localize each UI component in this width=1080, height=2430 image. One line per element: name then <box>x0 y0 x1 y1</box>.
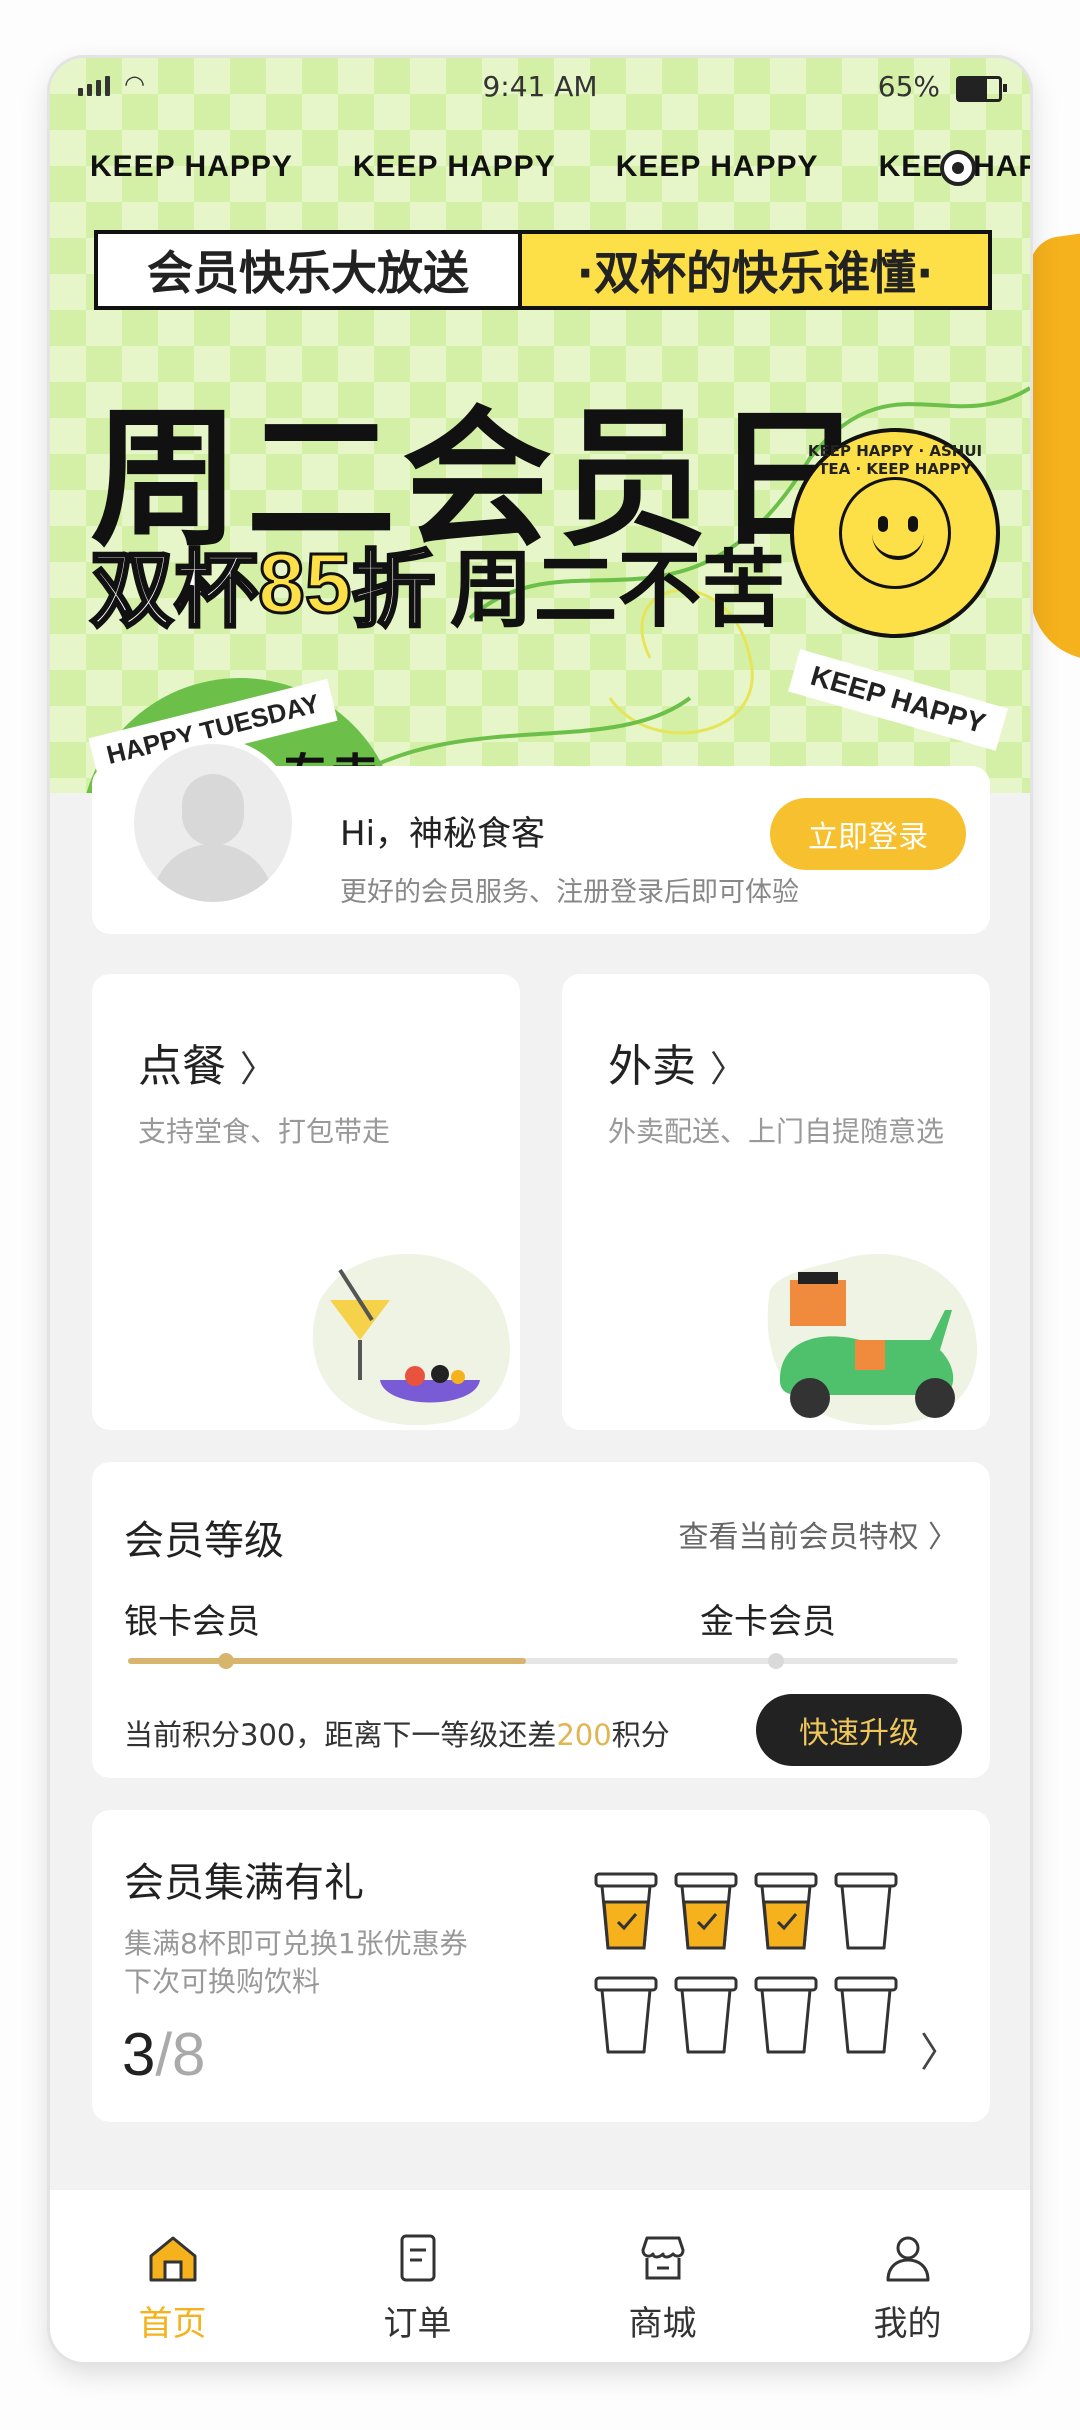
level-title: 会员等级 <box>124 1518 284 1564</box>
battery-icon <box>956 76 1007 102</box>
tab-label: 订单 <box>383 2304 452 2344</box>
stamp-desc: 集满8杯即可兑换1张优惠券 <box>124 1927 468 1960</box>
cup-icon-empty <box>752 1974 820 2056</box>
marquee-text: KEEP HAPPY <box>90 150 293 183</box>
tab-label: 我的 <box>873 2304 942 2344</box>
level-marker-next <box>768 1653 784 1669</box>
banner-marquee: KEEP HAPPY KEEP HAPPY KEEP HAPPY KEEP HA… <box>90 150 1030 184</box>
tab-label: 商城 <box>628 2304 697 2344</box>
tab-bar: 首页 订单 商城 我的 <box>50 2190 1030 2362</box>
cup-icon-empty <box>832 1974 900 2056</box>
promo-strip: 会员快乐大放送 ·双杯的快乐谁懂· <box>94 230 992 310</box>
points-gap: 200 <box>556 1718 612 1752</box>
avatar[interactable] <box>128 738 298 908</box>
stamp-title: 会员集满有礼 <box>124 1860 364 1906</box>
member-level-card: 会员等级 查看当前会员特权 〉 银卡会员 金卡会员 当前积分300，距离下一等级… <box>92 1462 990 1778</box>
background-decoration <box>1030 229 1080 671</box>
view-privileges-link[interactable]: 查看当前会员特权 〉 <box>678 1512 958 1556</box>
marquee-text: KEEP HAPPY <box>352 150 556 183</box>
cup-icon-filled <box>752 1870 820 1952</box>
subtitle-part: 周二不苦 <box>449 541 786 639</box>
service-title-text: 点餐 <box>138 1041 226 1092</box>
banner-subtitle: 双杯 85 折 周二不苦 <box>88 523 786 644</box>
home-icon <box>149 2236 196 2282</box>
user-hint: 更好的会员服务、注册登录后即可体验 <box>340 877 799 908</box>
service-desc: 支持堂食、打包带走 <box>138 1115 391 1148</box>
tab-profile[interactable]: 我的 <box>785 2190 1030 2362</box>
stamp-current: 3 <box>122 2021 156 2088</box>
badge-ring-text: KEEP HAPPY · ASHUI TEA · KEEP HAPPY <box>807 442 983 478</box>
promo-left: 会员快乐大放送 <box>98 234 522 306</box>
chevron-right-icon[interactable]: 〉 <box>920 2020 960 2078</box>
service-desc: 外卖配送、上门自提随意选 <box>608 1115 945 1148</box>
service-title: 外卖〉 <box>608 1030 746 1094</box>
tab-store[interactable]: 商城 <box>540 2190 785 2362</box>
user-card: Hi，神秘食客 更好的会员服务、注册登录后即可体验 立即登录 <box>92 738 990 934</box>
profile-icon <box>886 2236 929 2282</box>
points-prefix: 当前积分300，距离下一等级还差 <box>124 1718 557 1752</box>
current-level: 银卡会员 <box>124 1602 260 1642</box>
service-title: 点餐〉 <box>138 1030 276 1094</box>
stamp-count: 3/8 <box>122 2020 205 2089</box>
cup-icon-empty <box>832 1870 900 1952</box>
battery-percent: 65% <box>877 70 940 103</box>
record-icon[interactable] <box>940 150 976 186</box>
chevron-right-icon: 〉 <box>928 1520 958 1555</box>
chevron-right-icon: 〉 <box>710 1049 747 1090</box>
login-button[interactable]: 立即登录 <box>770 798 966 870</box>
smiley-badge: KEEP HAPPY · ASHUI TEA · KEEP HAPPY <box>790 428 1000 638</box>
cocktail-food-icon <box>312 1253 510 1426</box>
avatar-body <box>152 844 274 902</box>
cup-icon-filled <box>672 1870 740 1952</box>
store-icon <box>641 2236 684 2280</box>
points-text: 当前积分300，距离下一等级还差200积分 <box>124 1712 670 1754</box>
next-level: 金卡会员 <box>700 1602 836 1642</box>
stamp-total: 8 <box>172 2021 206 2088</box>
level-progress <box>128 1653 958 1669</box>
discount-number: 85 <box>257 535 353 632</box>
cup-icon-empty <box>672 1974 740 2056</box>
avatar-head <box>182 774 244 846</box>
tab-orders[interactable]: 订单 <box>295 2190 540 2362</box>
level-progress-fill <box>128 1658 527 1664</box>
subtitle-part: 折 <box>350 540 437 641</box>
cup-icon-empty <box>592 1974 660 2056</box>
promo-banner[interactable]: ◠ 9:41 AM 65% KEEP HAPPY KEEP HAPPY KEEP… <box>50 58 1030 793</box>
upgrade-button[interactable]: 快速升级 <box>756 1694 962 1766</box>
view-privileges-label: 查看当前会员特权 <box>678 1520 919 1555</box>
promo-right: ·双杯的快乐谁懂· <box>522 234 988 306</box>
tab-label: 首页 <box>138 2304 207 2344</box>
service-title-text: 外卖 <box>608 1041 696 1092</box>
stamp-separator: / <box>155 2021 173 2088</box>
scooter-icon <box>767 1253 978 1426</box>
phone-frame: ◠ 9:41 AM 65% KEEP HAPPY KEEP HAPPY KEEP… <box>50 58 1030 2362</box>
cup-icon-filled <box>592 1870 660 1952</box>
level-marker-current <box>218 1653 234 1669</box>
service-card-dine-in[interactable]: 点餐〉 支持堂食、打包带走 <box>92 974 520 1430</box>
tab-home[interactable]: 首页 <box>50 2190 295 2362</box>
marquee-text: KEEP HAPPY <box>615 150 819 183</box>
cup-grid <box>592 1870 912 2056</box>
points-suffix: 积分 <box>611 1718 670 1752</box>
chevron-right-icon: 〉 <box>240 1049 277 1090</box>
status-bar: ◠ 9:41 AM 65% <box>50 68 1030 118</box>
subtitle-part: 双杯 <box>88 540 259 641</box>
stamp-card[interactable]: 会员集满有礼 集满8杯即可兑换1张优惠券 下次可换购饮料 3/8 〉 <box>92 1810 990 2122</box>
service-card-delivery[interactable]: 外卖〉 外卖配送、上门自提随意选 <box>562 974 990 1430</box>
stamp-desc: 下次可换购饮料 <box>124 1965 321 1998</box>
order-icon <box>400 2234 435 2282</box>
user-greeting: Hi，神秘食客 <box>340 814 546 854</box>
